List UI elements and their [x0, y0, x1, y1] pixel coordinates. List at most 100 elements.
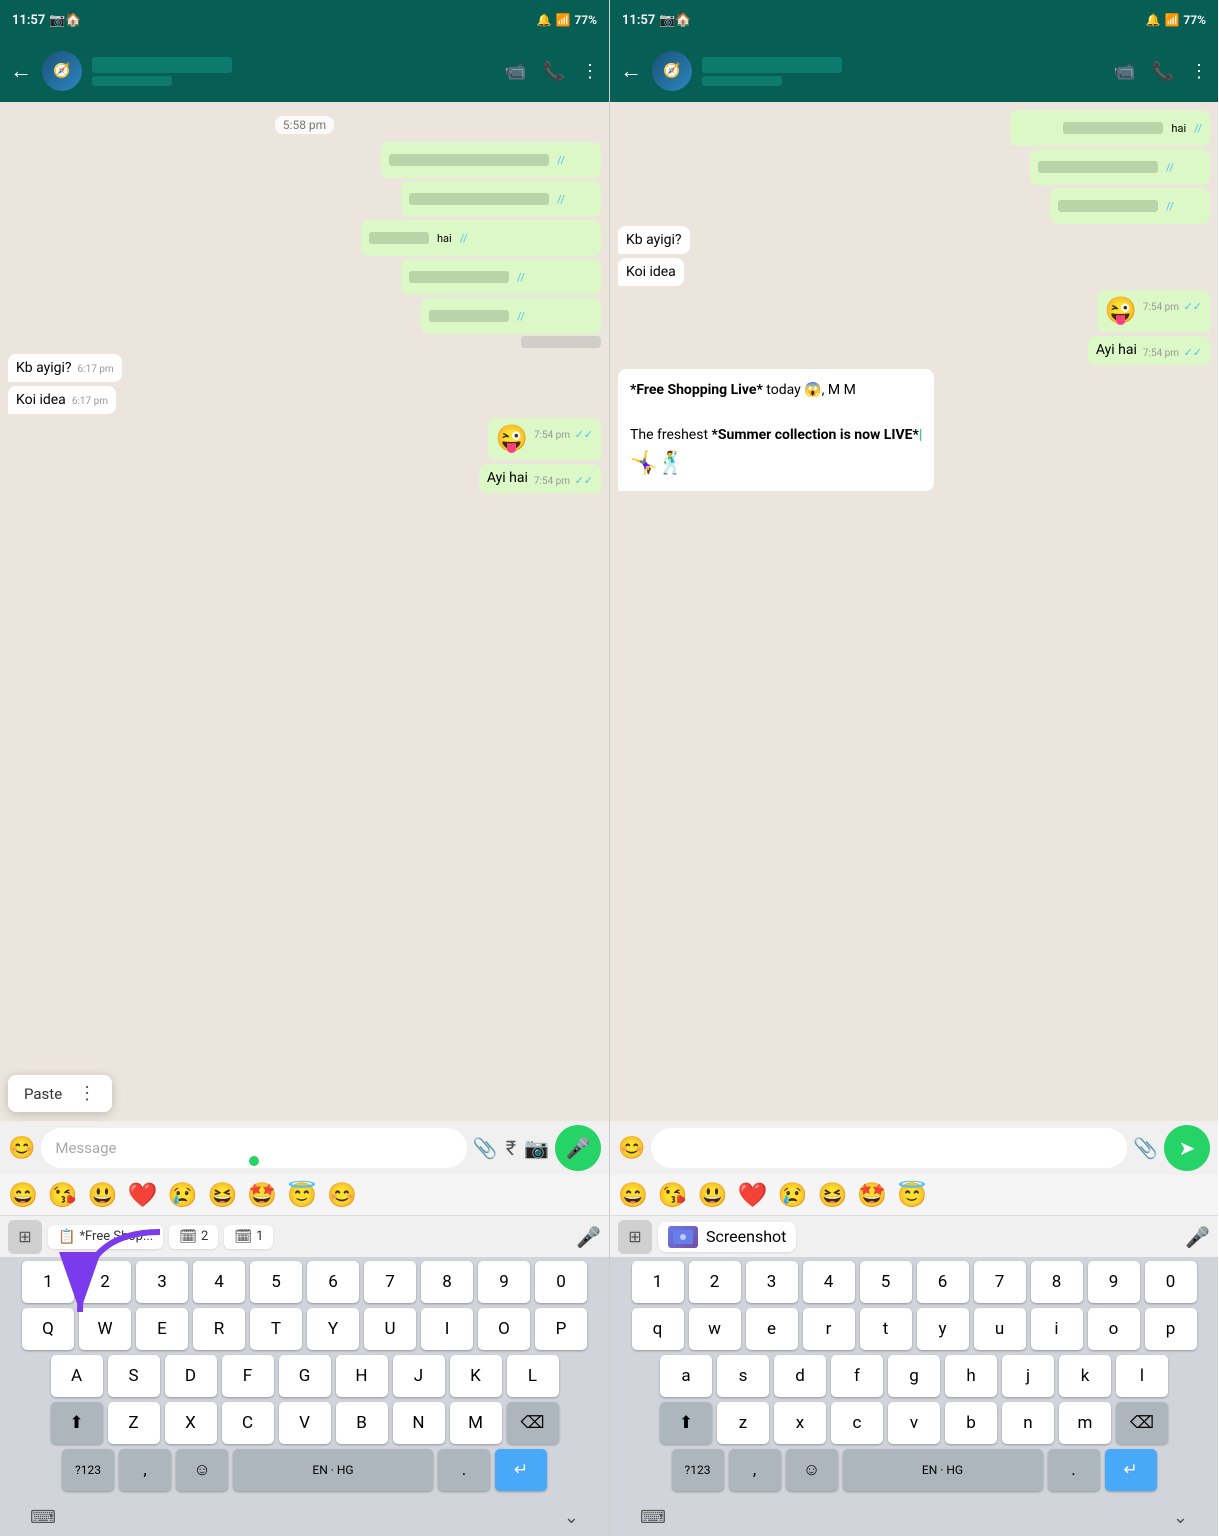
key-B[interactable]: B — [336, 1402, 388, 1444]
key-D[interactable]: D — [165, 1355, 217, 1397]
r-key-e[interactable]: e — [746, 1308, 798, 1350]
grid-icon-left[interactable]: ⊞ — [8, 1220, 42, 1254]
emoji-1[interactable]: 😄 — [8, 1181, 38, 1209]
key-shift-left[interactable]: ⬆ — [51, 1402, 103, 1444]
attachment-icon-left[interactable]: 📎 — [473, 1136, 498, 1160]
key-symbols-left[interactable]: ?123 — [62, 1449, 114, 1491]
r-key-1[interactable]: 1 — [632, 1261, 684, 1303]
key-L[interactable]: L — [507, 1355, 559, 1397]
r-key-h[interactable]: h — [945, 1355, 997, 1397]
r-key-g[interactable]: g — [888, 1355, 940, 1397]
key-W[interactable]: W — [79, 1308, 131, 1350]
key-comma-left[interactable]: , — [119, 1449, 171, 1491]
key-S[interactable]: S — [108, 1355, 160, 1397]
r-key-i[interactable]: i — [1031, 1308, 1083, 1350]
r-emoji-5[interactable]: 😢 — [778, 1181, 808, 1209]
input-bar-left[interactable]: 😊 Message 📎 ₹ 📷 🎤 — [0, 1121, 609, 1175]
key-2[interactable]: 2 — [79, 1261, 131, 1303]
chip-1[interactable]: 🗓 1 — [224, 1225, 273, 1249]
more-options-left[interactable]: ⋮ — [581, 61, 599, 82]
key-4[interactable]: 4 — [193, 1261, 245, 1303]
r-key-b[interactable]: b — [945, 1402, 997, 1444]
r-key-w[interactable]: w — [689, 1308, 741, 1350]
emoji-7[interactable]: 🤩 — [247, 1181, 277, 1209]
key-P[interactable]: P — [535, 1308, 587, 1350]
r-emoji-7[interactable]: 🤩 — [857, 1181, 887, 1209]
key-1[interactable]: 1 — [22, 1261, 74, 1303]
r-key-8[interactable]: 8 — [1031, 1261, 1083, 1303]
key-H[interactable]: H — [336, 1355, 388, 1397]
r-emoji-8[interactable]: 😇 — [897, 1181, 927, 1209]
avatar-right[interactable]: 🧭 — [652, 51, 692, 91]
r-key-space[interactable]: EN · HG — [843, 1449, 1043, 1491]
emoji-3[interactable]: 😃 — [88, 1181, 118, 1209]
r-emoji-2[interactable]: 😘 — [658, 1181, 688, 1209]
chip-2[interactable]: 🗓 2 — [169, 1225, 218, 1249]
r-key-t[interactable]: t — [860, 1308, 912, 1350]
chip-free-shop[interactable]: 📋 *Free Shop... — [48, 1225, 163, 1249]
r-key-3[interactable]: 3 — [746, 1261, 798, 1303]
key-V[interactable]: V — [279, 1402, 331, 1444]
r-key-d[interactable]: d — [774, 1355, 826, 1397]
r-key-f[interactable]: f — [831, 1355, 883, 1397]
r-emoji-3[interactable]: 😃 — [698, 1181, 728, 1209]
video-call-button-left[interactable]: 📹 — [504, 61, 526, 82]
r-key-v[interactable]: v — [888, 1402, 940, 1444]
keyboard-icon-left[interactable]: ⌨ — [30, 1507, 56, 1528]
r-key-comma[interactable]: , — [729, 1449, 781, 1491]
paste-more-icon[interactable]: ⋮ — [78, 1083, 96, 1104]
r-emoji-1[interactable]: 😄 — [618, 1181, 648, 1209]
r-key-9[interactable]: 9 — [1088, 1261, 1140, 1303]
r-key-6[interactable]: 6 — [917, 1261, 969, 1303]
r-key-enter[interactable]: ↵ — [1105, 1449, 1157, 1491]
key-6[interactable]: 6 — [307, 1261, 359, 1303]
key-backspace-left[interactable]: ⌫ — [507, 1402, 559, 1444]
message-input-right[interactable] — [651, 1128, 1127, 1168]
r-key-m[interactable]: m — [1059, 1402, 1111, 1444]
r-key-7[interactable]: 7 — [974, 1261, 1026, 1303]
key-7[interactable]: 7 — [364, 1261, 416, 1303]
emoji-6[interactable]: 😆 — [207, 1181, 237, 1209]
video-call-button-right[interactable]: 📹 — [1113, 61, 1135, 82]
key-N[interactable]: N — [393, 1402, 445, 1444]
r-key-l[interactable]: l — [1116, 1355, 1168, 1397]
key-enter-left[interactable]: ↵ — [495, 1449, 547, 1491]
key-R[interactable]: R — [193, 1308, 245, 1350]
chevron-down-right[interactable]: ⌄ — [1173, 1507, 1188, 1528]
r-key-y[interactable]: y — [917, 1308, 969, 1350]
back-button-right[interactable]: ← — [620, 58, 642, 84]
r-key-j[interactable]: j — [1002, 1355, 1054, 1397]
key-space-left[interactable]: EN · HG — [233, 1449, 433, 1491]
key-J[interactable]: J — [393, 1355, 445, 1397]
r-key-o[interactable]: o — [1088, 1308, 1140, 1350]
key-Y[interactable]: Y — [307, 1308, 359, 1350]
key-E[interactable]: E — [136, 1308, 188, 1350]
emoji-button-right[interactable]: 😊 — [618, 1136, 645, 1161]
message-input-left[interactable]: Message — [41, 1128, 466, 1168]
emoji-8[interactable]: 😇 — [287, 1181, 317, 1209]
key-U[interactable]: U — [364, 1308, 416, 1350]
kb-mic-left[interactable]: 🎤 — [576, 1225, 601, 1249]
key-period-left[interactable]: . — [438, 1449, 490, 1491]
r-key-a[interactable]: a — [660, 1355, 712, 1397]
voice-call-button-left[interactable]: 📞 — [543, 61, 565, 82]
r-emoji-6[interactable]: 😆 — [817, 1181, 847, 1209]
key-M[interactable]: M — [450, 1402, 502, 1444]
r-key-5[interactable]: 5 — [860, 1261, 912, 1303]
mic-send-button-left[interactable]: 🎤 — [555, 1125, 601, 1171]
r-key-x[interactable]: x — [774, 1402, 826, 1444]
r-key-u[interactable]: u — [974, 1308, 1026, 1350]
voice-call-button-right[interactable]: 📞 — [1152, 61, 1174, 82]
key-emoji-left[interactable]: ☺ — [176, 1449, 228, 1491]
r-key-n[interactable]: n — [1002, 1402, 1054, 1444]
key-X[interactable]: X — [165, 1402, 217, 1444]
r-key-c[interactable]: c — [831, 1402, 883, 1444]
key-0[interactable]: 0 — [535, 1261, 587, 1303]
kb-mic-right[interactable]: 🎤 — [1185, 1225, 1210, 1249]
avatar-left[interactable]: 🧭 — [42, 51, 82, 91]
more-options-right[interactable]: ⋮ — [1190, 61, 1208, 82]
attachment-icon-right[interactable]: 📎 — [1133, 1136, 1158, 1160]
emoji-button-left[interactable]: 😊 — [8, 1136, 35, 1161]
key-A[interactable]: A — [51, 1355, 103, 1397]
key-I[interactable]: I — [421, 1308, 473, 1350]
